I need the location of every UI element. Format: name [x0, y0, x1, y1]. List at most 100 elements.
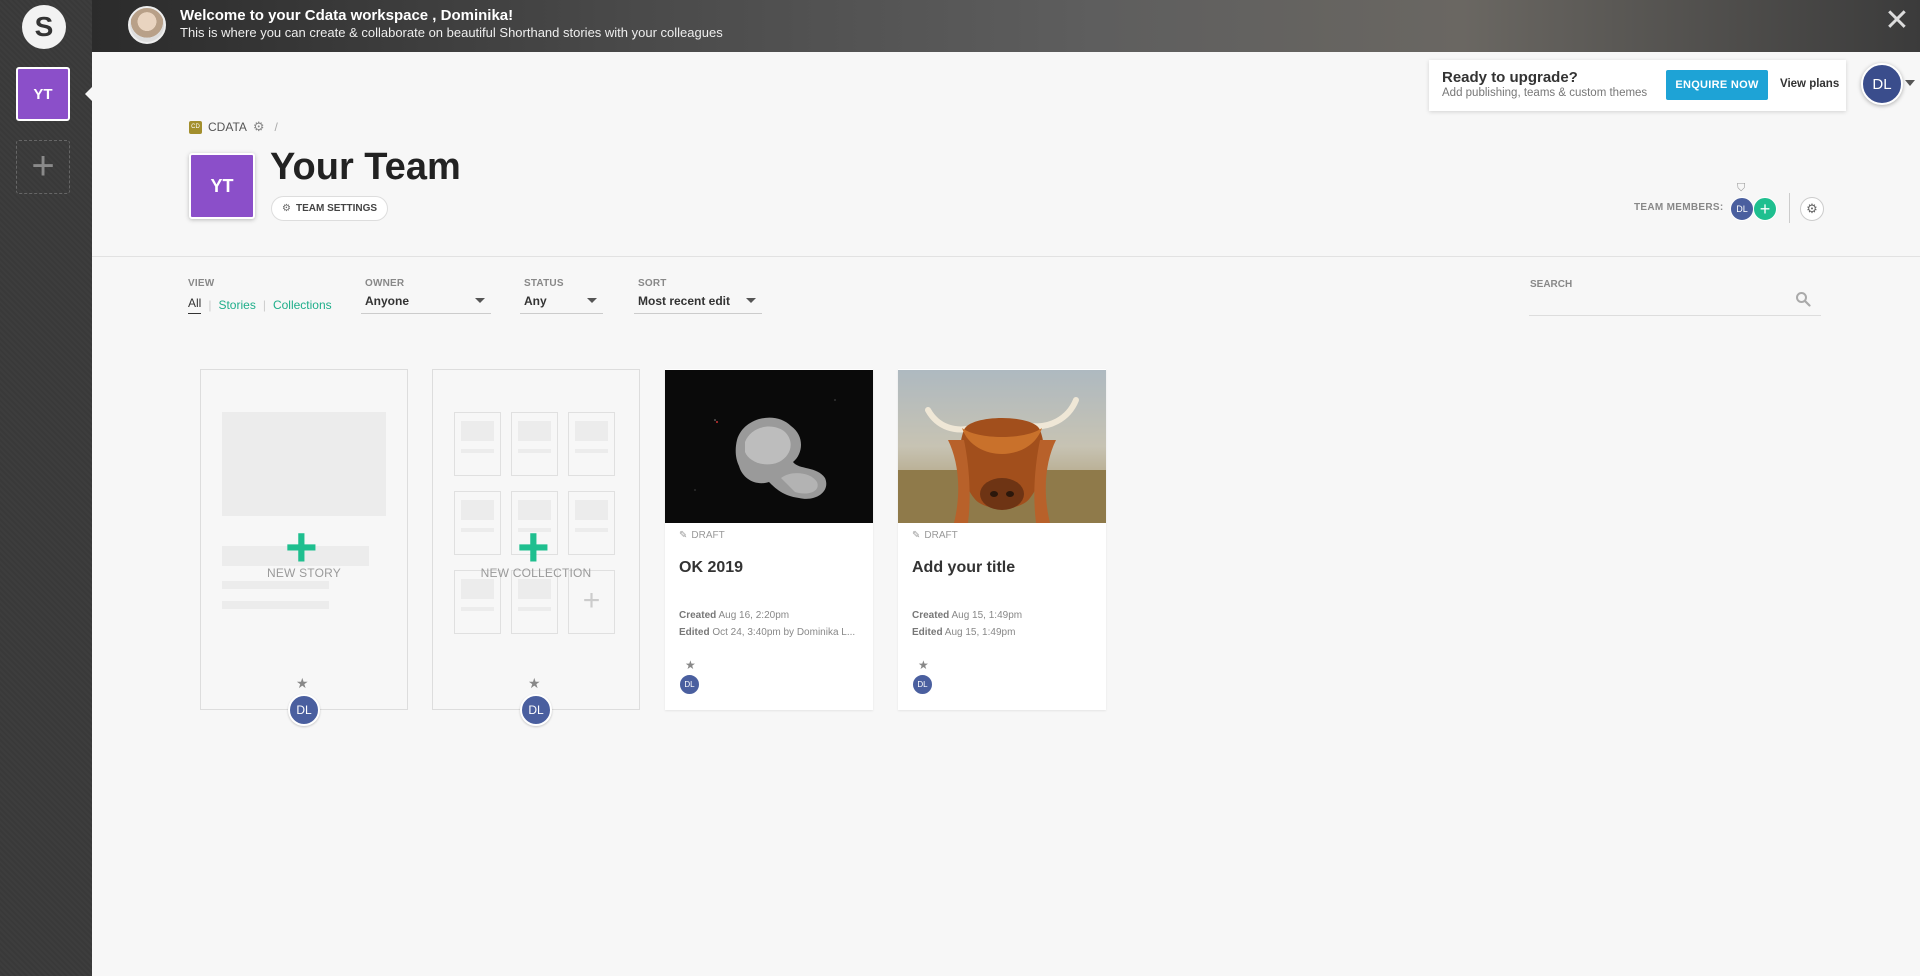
sort-filter-label: SORT [638, 278, 667, 289]
edited-label: Edited [679, 627, 710, 638]
add-member-button[interactable]: + [1753, 197, 1777, 221]
star-icon[interactable]: ★ [528, 675, 541, 692]
rail-add-team-button[interactable]: + [16, 140, 70, 194]
sort-select[interactable]: Most recent edit [634, 294, 762, 314]
owner-avatar: DL [912, 674, 933, 695]
enquire-now-button[interactable]: ENQUIRE NOW [1666, 70, 1768, 100]
shorthand-logo[interactable]: S [22, 5, 66, 49]
view-filter: All | Stories | Collections [188, 296, 332, 314]
view-stories-option[interactable]: Stories [218, 298, 255, 312]
view-plans-link[interactable]: View plans [1780, 78, 1839, 90]
story-title[interactable]: OK 2019 [679, 559, 743, 577]
story-thumbnail[interactable] [898, 370, 1106, 523]
draft-status: ✎ DRAFT [679, 530, 725, 541]
story-edited: Edited Aug 15, 1:49pm [912, 627, 1015, 638]
placeholder-line [222, 581, 329, 589]
pencil-icon: ✎ [912, 530, 921, 541]
upgrade-subtitle: Add publishing, teams & custom themes [1442, 87, 1648, 99]
new-story-label: NEW STORY [266, 566, 342, 580]
user-avatar[interactable]: DL [1861, 63, 1903, 105]
workspace-logo-icon: CD [189, 120, 202, 134]
active-team-pointer [85, 86, 93, 102]
user-menu-caret-icon[interactable] [1905, 80, 1915, 86]
owner-filter-label: OWNER [365, 278, 405, 289]
search-icon[interactable] [1795, 291, 1811, 307]
team-member-avatar[interactable]: DL [1730, 197, 1754, 221]
story-title[interactable]: Add your title [912, 559, 1015, 577]
sort-select-value: Most recent edit [638, 294, 731, 308]
new-story-card[interactable]: + NEW STORY ★ DL [200, 369, 408, 726]
welcome-title: Welcome to your Cdata workspace , Domini… [180, 7, 514, 24]
team-members-label: TEAM MEMBERS: [1634, 202, 1724, 213]
story-thumbnail[interactable] [665, 370, 873, 523]
story-edited: Edited Oct 24, 3:40pm by Dominika L... [679, 627, 855, 638]
team-settings-button[interactable]: ⚙ TEAM SETTINGS [271, 196, 389, 221]
team-avatar: YT [189, 153, 255, 219]
welcome-banner: Welcome to your Cdata workspace , Domini… [92, 0, 1920, 52]
breadcrumb: CD CDATA ⚙ / [189, 119, 278, 135]
star-icon[interactable]: ★ [296, 675, 309, 692]
welcome-avatar [128, 6, 166, 44]
story-card[interactable]: ✎ DRAFT OK 2019 Created Aug 16, 2:20pm E… [665, 369, 873, 710]
status-select[interactable]: Any [520, 294, 603, 314]
placeholder-tile [511, 412, 558, 476]
story-created: Created Aug 16, 2:20pm [679, 610, 789, 621]
breadcrumb-separator: / [274, 120, 278, 134]
created-date: Aug 15, 1:49pm [951, 610, 1023, 621]
placeholder-tile [568, 491, 615, 555]
team-settings-label: TEAM SETTINGS [295, 203, 378, 214]
star-icon[interactable]: ★ [685, 658, 696, 672]
chevron-down-icon [746, 298, 756, 303]
owner-select-value: Anyone [365, 294, 410, 308]
owner-avatar: DL [679, 674, 700, 695]
close-icon[interactable]: ✕ [1880, 4, 1914, 38]
team-gear-icon[interactable]: ⚙ [1800, 197, 1824, 221]
left-rail: S YT + [0, 0, 92, 976]
breadcrumb-workspace[interactable]: CDATA [208, 120, 247, 134]
status-filter-label: STATUS [524, 278, 564, 289]
edited-date: Oct 24, 3:40pm by Dominika L... [712, 627, 856, 638]
edited-label: Edited [912, 627, 943, 638]
search-label: SEARCH [1530, 279, 1573, 290]
edited-date: Aug 15, 1:49pm [944, 627, 1016, 638]
welcome-subtitle: This is where you can create & collabora… [180, 25, 723, 40]
placeholder-image [222, 412, 386, 516]
new-collection-card[interactable]: + + NEW COLLECTION ★ DL [432, 369, 640, 726]
pencil-icon: ✎ [679, 530, 688, 541]
chevron-down-icon [475, 298, 485, 303]
shield-icon: ⛉ [1737, 182, 1746, 194]
created-date: Aug 16, 2:20pm [718, 610, 790, 621]
owner-avatar: DL [520, 694, 552, 726]
draft-label: DRAFT [691, 530, 725, 541]
draft-status: ✎ DRAFT [912, 530, 958, 541]
status-select-value: Any [524, 294, 547, 308]
created-label: Created [679, 610, 717, 621]
placeholder-tile [568, 412, 615, 476]
rail-team-tile[interactable]: YT [16, 67, 70, 121]
placeholder-tile [454, 491, 501, 555]
search-input[interactable]: SEARCH [1529, 276, 1821, 316]
view-collections-option[interactable]: Collections [273, 298, 332, 312]
chevron-down-icon [587, 298, 597, 303]
divider: | [262, 298, 266, 312]
upgrade-card: Ready to upgrade? Add publishing, teams … [1429, 60, 1846, 111]
header-divider [92, 256, 1920, 257]
draft-label: DRAFT [924, 530, 958, 541]
owner-select[interactable]: Anyone [361, 294, 491, 314]
view-all-option[interactable]: All [188, 296, 202, 314]
owner-avatar: DL [288, 694, 320, 726]
star-icon[interactable]: ★ [918, 658, 929, 672]
gear-icon: ⚙ [282, 203, 291, 214]
placeholder-line [222, 601, 329, 609]
view-filter-label: VIEW [188, 278, 215, 289]
created-label: Created [912, 610, 950, 621]
divider [1789, 193, 1790, 223]
story-created: Created Aug 15, 1:49pm [912, 610, 1022, 621]
gear-icon[interactable]: ⚙ [253, 119, 265, 135]
upgrade-title: Ready to upgrade? [1442, 69, 1578, 86]
placeholder-tile [454, 412, 501, 476]
page-title: Your Team [270, 146, 461, 188]
story-card[interactable]: ✎ DRAFT Add your title Created Aug 15, 1… [898, 369, 1106, 710]
new-collection-label: NEW COLLECTION [480, 566, 592, 580]
divider: | [208, 298, 212, 312]
